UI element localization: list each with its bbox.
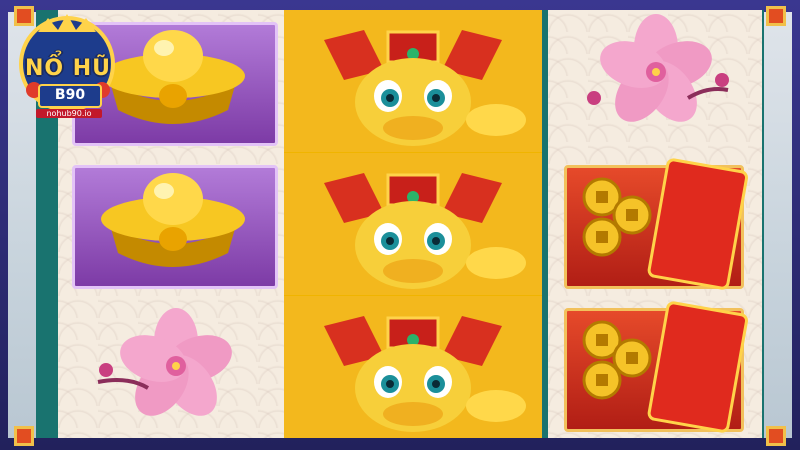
symbol-gold-ingot	[58, 153, 288, 295]
logo-badge: B90	[38, 84, 102, 108]
symbol-golden-dragon	[284, 296, 542, 438]
symbol-golden-dragon	[284, 10, 542, 152]
symbol-plum-blossom	[58, 296, 288, 438]
logo-title: NỔ HŨ	[24, 56, 112, 81]
reel-area	[36, 10, 764, 438]
frame-corner	[766, 426, 786, 446]
logo-site: nohub90.io	[36, 109, 102, 118]
symbol-golden-dragon	[284, 153, 542, 295]
brand-logo: NỔ HŨ B90 nohub90.io	[8, 12, 126, 120]
symbol-plum-blossom	[548, 10, 762, 152]
reel-2	[284, 10, 542, 438]
frame-corner	[14, 426, 34, 446]
reel-3	[548, 10, 762, 438]
frame-corner	[766, 6, 786, 26]
symbol-red-envelope-coins	[548, 153, 762, 295]
symbol-red-envelope-coins	[548, 296, 762, 438]
